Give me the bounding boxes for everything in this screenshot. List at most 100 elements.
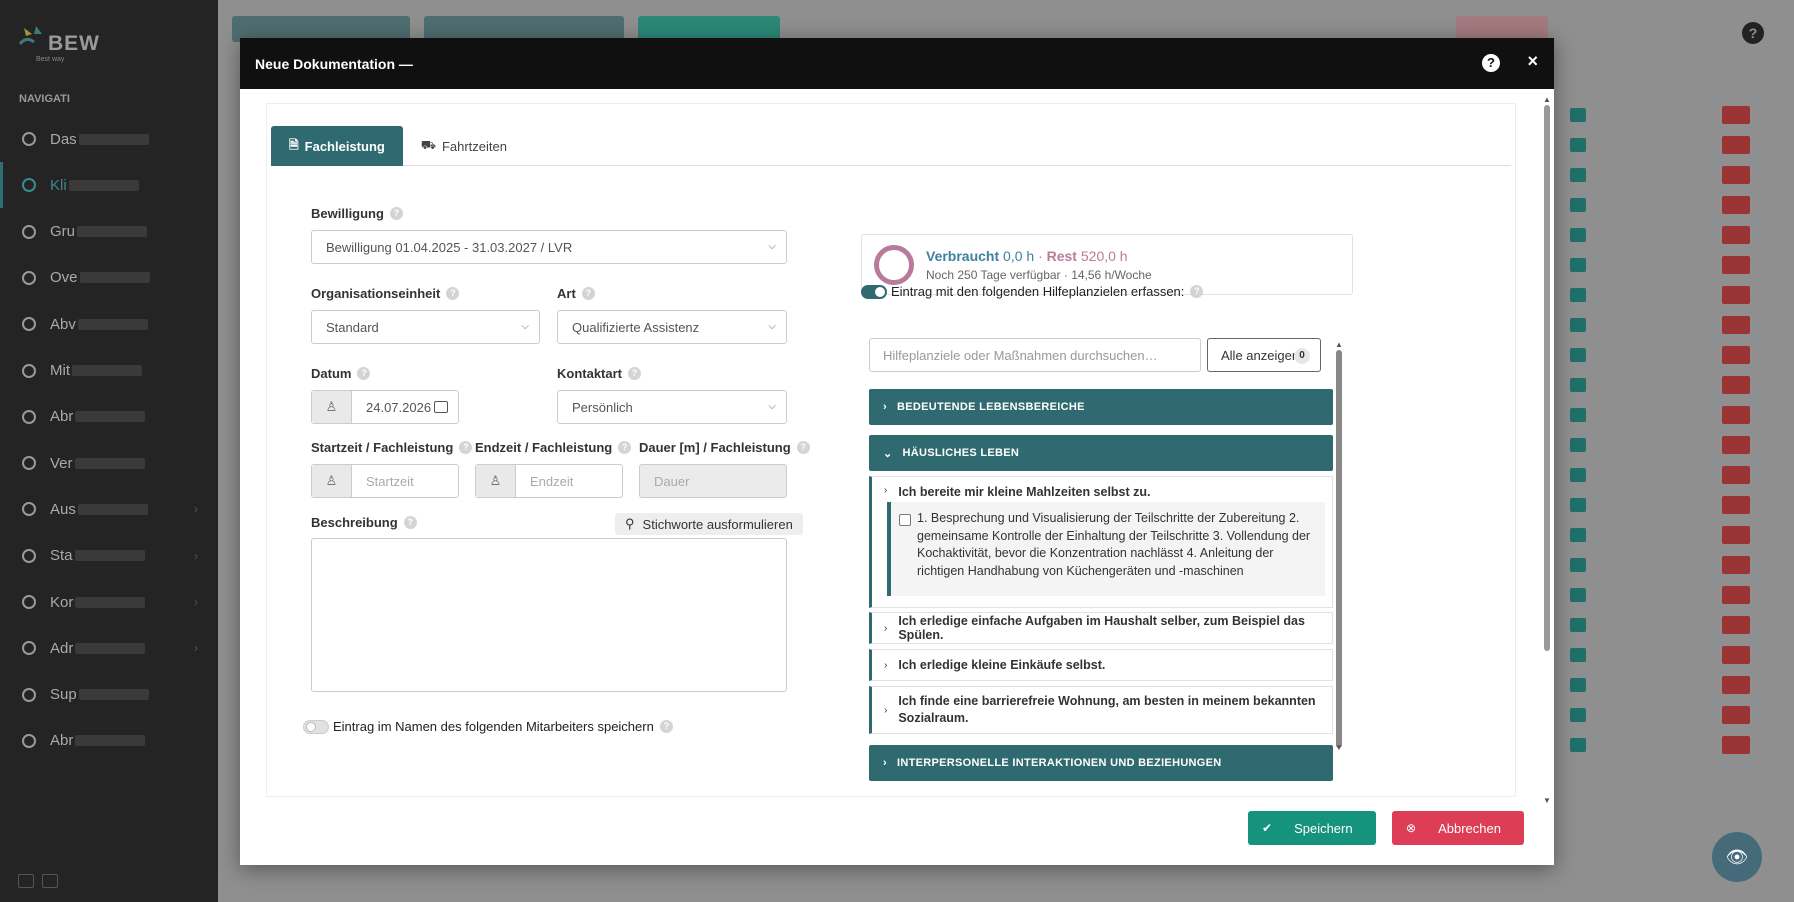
sidebar-item-label: Abv <box>50 315 76 333</box>
calendar-icon[interactable] <box>434 401 448 413</box>
show-all-label: Alle anzeigen <box>1221 347 1300 363</box>
info-icon: ? <box>389 207 403 220</box>
tab-fahrtzeiten[interactable]: ⛟ Fahrtzeiten <box>403 126 525 166</box>
goal-search-input[interactable]: Hilfeplanziele oder Maßnahmen durchsuche… <box>869 338 1201 372</box>
bewilligung-select[interactable]: Bewilligung 01.04.2025 - 31.03.2027 / LV… <box>311 230 787 264</box>
sidebar-item[interactable]: Kli <box>0 162 218 209</box>
start-field[interactable]: ♙ Startzeit <box>311 464 459 498</box>
person-icon: ♙ <box>312 465 352 497</box>
mitarbeiter-toggle[interactable] <box>303 720 329 734</box>
org-select[interactable]: Standard ⌵ <box>311 310 540 344</box>
blurred-text <box>78 133 149 145</box>
org-value: Standard <box>326 319 379 335</box>
scrollbar-thumb[interactable] <box>1544 105 1550 651</box>
document-icon <box>22 502 36 517</box>
end-field[interactable]: ♙ Endzeit <box>475 464 623 498</box>
sidebar-item-label: Abr <box>50 408 74 426</box>
budget-separator: · <box>1038 248 1043 264</box>
export-icon[interactable] <box>18 874 34 888</box>
hilfeplan-toggle[interactable] <box>861 285 887 299</box>
modal-scrollbar[interactable]: ▲ ▼ <box>1543 95 1551 805</box>
datum-field[interactable]: ♙ 24.07.2026 <box>311 390 459 424</box>
sidebar-item[interactable]: Abv <box>0 301 218 347</box>
sidebar-item[interactable]: Abr <box>0 394 218 440</box>
goal-item-haushalt[interactable]: › Ich erledige einfache Aufgaben im Haus… <box>869 612 1333 644</box>
bg-row-button <box>1722 736 1750 754</box>
chevron-down-icon: ⌄ <box>883 447 893 460</box>
sidebar-item[interactable]: Sup <box>0 672 218 718</box>
bg-row-marker <box>1570 438 1586 452</box>
category-haeusliches-leben[interactable]: ⌄ HÄUSLICHES LEBEN <box>869 435 1333 471</box>
sidebar-item[interactable]: Ove <box>0 255 218 301</box>
info-icon: ? <box>357 367 371 380</box>
save-button[interactable]: ✔ Speichern <box>1248 811 1376 845</box>
category-bedeutende-lebensbereiche[interactable]: › BEDEUTENDE LEBENSBEREICHE <box>869 389 1333 425</box>
measure-checkbox[interactable] <box>899 514 911 526</box>
toggle-knob <box>306 722 316 732</box>
chevron-down-icon: ⌵ <box>768 321 776 332</box>
close-icon[interactable]: × <box>1527 51 1538 72</box>
scroll-up-icon[interactable]: ▲ <box>1335 340 1343 349</box>
kontakt-select[interactable]: Persönlich ⌵ <box>557 390 787 424</box>
goals-scrollbar[interactable]: ▲ ▼ <box>1335 340 1343 752</box>
scrollbar-thumb[interactable] <box>1336 350 1342 748</box>
beschreibung-textarea[interactable] <box>311 538 787 692</box>
hilfeplan-toggle-label: Eintrag mit den folgenden Hilfeplanziele… <box>891 284 1204 299</box>
bg-row-marker <box>1570 348 1586 362</box>
power-icon <box>22 733 36 748</box>
goal-item-wohnung[interactable]: › Ich finde eine barrierefreie Wohnung, … <box>869 686 1333 734</box>
category-interpersonelle-interaktionen[interactable]: › INTERPERSONELLE INTERAKTIONEN UND BEZI… <box>869 745 1333 781</box>
help-icon <box>22 687 36 702</box>
calendar-icon <box>22 317 36 332</box>
chevron-right-icon: › <box>884 704 888 716</box>
help-icon[interactable]: ? <box>1742 22 1764 44</box>
group-icon <box>22 224 36 239</box>
sidebar-footer <box>18 874 58 888</box>
bg-row-button <box>1722 316 1750 334</box>
sidebar-item[interactable]: Kor › <box>0 579 218 625</box>
user-icon <box>22 178 36 193</box>
eye-icon[interactable]: 👁 <box>1712 832 1762 882</box>
scroll-down-icon[interactable]: ▼ <box>1543 796 1551 805</box>
dauer-field: Dauer <box>639 464 787 498</box>
blurred-text <box>77 226 148 238</box>
end-placeholder: Endzeit <box>530 473 574 489</box>
money-icon <box>22 409 36 424</box>
blurred-text <box>75 411 146 423</box>
bewilligung-label: Bewilligung? <box>311 206 403 221</box>
goal-label: Ich erledige kleine Einkäufe selbst. <box>898 658 1106 672</box>
scroll-down-icon[interactable]: ▼ <box>1335 743 1343 752</box>
help-icon[interactable]: ? <box>1482 54 1500 72</box>
users-icon <box>22 363 36 378</box>
sidebar-item[interactable]: Adr › <box>0 625 218 671</box>
show-all-button[interactable]: Alle anzeigen 0 <box>1207 338 1321 372</box>
stichworte-button[interactable]: ⚲ Stichworte ausformulieren <box>615 513 803 535</box>
sidebar-item[interactable]: Sta › <box>0 533 218 579</box>
bg-row-button <box>1722 706 1750 724</box>
chevron-right-icon: › <box>194 548 198 563</box>
sidebar-item[interactable]: Ver <box>0 440 218 486</box>
sidebar-item[interactable]: Mit <box>0 348 218 394</box>
tab-fachleistung[interactable]: 🗎 Fachleistung <box>271 126 403 166</box>
toggle-knob <box>875 287 885 297</box>
code-icon[interactable] <box>42 874 58 888</box>
sidebar-item[interactable]: Gru <box>0 209 218 255</box>
start-label: Startzeit / Fachleistung? <box>311 440 473 455</box>
art-select[interactable]: Qualifizierte Assistenz ⌵ <box>557 310 787 344</box>
sidebar-item[interactable]: Abr <box>0 718 218 764</box>
goal-item-einkaeufe[interactable]: › Ich erledige kleine Einkäufe selbst. <box>869 649 1333 681</box>
sidebar-item[interactable]: Das <box>0 116 218 162</box>
sidebar-item[interactable]: Aus › <box>0 486 218 532</box>
sidebar-item-label: Kor <box>50 593 74 611</box>
goal-label: Ich bereite mir kleine Mahlzeiten selbst… <box>898 485 1151 499</box>
blurred-text <box>78 689 149 701</box>
scroll-up-icon[interactable]: ▲ <box>1543 95 1551 104</box>
sidebar-item-label: Sta <box>50 547 73 565</box>
chevron-down-icon: ⌵ <box>768 241 776 252</box>
end-label: Endzeit / Fachleistung? <box>475 440 632 455</box>
cancel-button[interactable]: ⊗ Abbrechen <box>1392 811 1524 845</box>
rest-label: Rest <box>1046 248 1077 264</box>
sidebar-item-label: Abr <box>50 732 74 750</box>
blurred-text <box>74 550 145 562</box>
chevron-right-icon: › <box>884 659 888 671</box>
